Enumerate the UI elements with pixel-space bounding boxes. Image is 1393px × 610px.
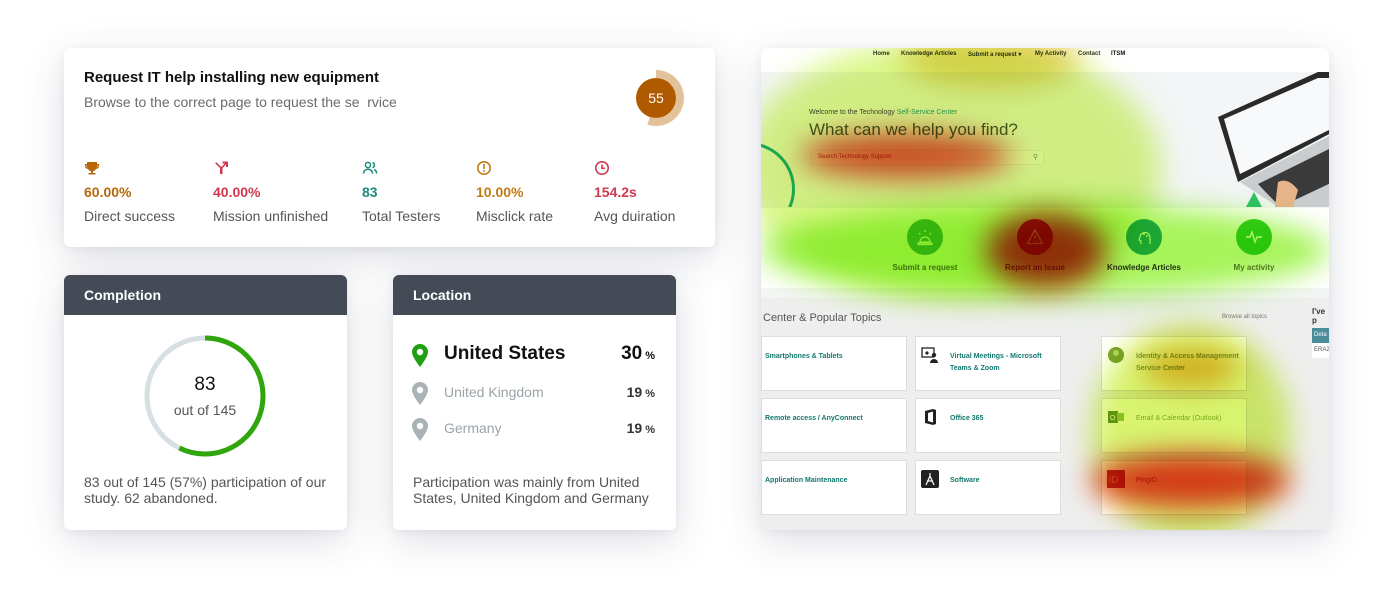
location-country: Germany [444, 420, 502, 436]
topic-tile[interactable]: Software [915, 460, 1061, 515]
topic-tile[interactable]: Application Maintenance [761, 460, 907, 515]
search-icon[interactable]: ⚲ [1033, 153, 1038, 161]
trophy-icon [85, 162, 99, 175]
topic-tile[interactable]: Remote access / AnyConnect [761, 398, 907, 453]
pingid-icon: iD [1107, 470, 1125, 488]
topic-tile[interactable]: Identity & Access Management Service Cen… [1101, 336, 1247, 391]
alert-circle-icon [477, 161, 491, 175]
outlook-icon: O [1108, 411, 1124, 423]
action-label: Knowledge Articles [1107, 263, 1181, 272]
metric-label: Direct success [84, 208, 176, 224]
virtual-meeting-icon [921, 347, 938, 363]
topic-tile[interactable]: Smartphones & Tablets [761, 336, 907, 391]
action-submit-request[interactable]: Submit a request [885, 219, 965, 274]
topic-tile[interactable]: Virtual Meetings - Microsoft Teams & Zoo… [915, 336, 1061, 391]
popular-topics: Center & Popular Topics Browse all topic… [761, 298, 1329, 530]
nav-knowledge-articles[interactable]: Knowledge Articles [901, 51, 956, 57]
nav-submit-request[interactable]: Submit a request ▾ [968, 51, 1021, 58]
browse-all-topics-link[interactable]: Browse all topics [1222, 314, 1267, 320]
heatmap-screenshot: Home Knowledge Articles Submit a request… [761, 48, 1329, 530]
progress-ring-icon [144, 335, 266, 457]
completion-note: 83 out of 145 (57%) participation of our… [84, 474, 327, 506]
action-knowledge-articles[interactable]: Knowledge Articles [1104, 219, 1184, 274]
quick-actions: Submit a request Report an Issue Knowled… [761, 208, 1329, 288]
users-icon [362, 161, 378, 174]
map-pin-icon [412, 418, 428, 441]
decorative-arc [761, 142, 795, 207]
score-value: 55 [648, 90, 664, 106]
topic-tile[interactable]: Office 365 [915, 398, 1061, 453]
location-row: United Kingdom 19% [411, 380, 659, 406]
completion-total: out of 145 [173, 402, 237, 418]
action-report-issue[interactable]: Report an Issue [995, 219, 1075, 274]
panel-header: Completion [64, 275, 347, 315]
pulse-icon [1236, 219, 1272, 255]
search-input[interactable]: Search Technology Support ⚲ [811, 150, 1044, 165]
site-nav: Home Knowledge Articles Submit a request… [761, 48, 1329, 72]
svg-text:iD: iD [1109, 475, 1118, 486]
nav-itsm[interactable]: ITSM [1111, 51, 1125, 57]
metric-label: Mission unfinished [213, 208, 329, 224]
map-pin-icon [412, 344, 428, 367]
nav-home[interactable]: Home [873, 51, 890, 57]
location-note: Participation was mainly from United Sta… [413, 474, 649, 506]
location-percent: 30% [621, 343, 655, 364]
action-label: Submit a request [892, 263, 958, 272]
metric-label: Avg duiration [594, 208, 676, 224]
location-panel: Location United States 30% United Kingdo… [393, 275, 676, 530]
aside-cell: ERA2 [1312, 343, 1329, 358]
location-country: United States [444, 343, 566, 364]
topic-tile[interactable]: O Email & Calendar (Outlook) [1101, 398, 1247, 453]
action-my-activity[interactable]: My activity [1214, 219, 1294, 274]
task-title: Request IT help installing new equipment [84, 69, 380, 86]
clock-icon [595, 161, 609, 175]
metric-total-testers: 83 Total Testers [362, 160, 440, 224]
office365-icon [925, 409, 936, 425]
panel-header: Location [393, 275, 676, 315]
nav-my-activity[interactable]: My Activity [1035, 51, 1066, 57]
diverge-arrow-icon [215, 161, 228, 174]
nav-contact[interactable]: Contact [1078, 51, 1100, 57]
brain-circuit-icon [1126, 219, 1162, 255]
map-pin-icon [412, 382, 428, 405]
identity-icon [1108, 347, 1124, 363]
completion-ring: 83 out of 145 [143, 334, 267, 458]
task-subtitle: Browse to the correct page to request th… [84, 94, 397, 110]
topics-title: Center & Popular Topics [763, 312, 882, 324]
metric-mission-unfinished: 40.00% Mission unfinished [213, 160, 328, 224]
hero-section: Welcome to the Technology Self-Service C… [761, 72, 1329, 207]
metric-direct-success: 60.00% Direct success [84, 160, 175, 224]
metric-value: 83 [362, 184, 378, 200]
metric-value: 40.00% [213, 184, 261, 200]
task-summary-card: Request IT help installing new equipment… [64, 48, 715, 247]
metric-label: Total Testers [362, 208, 441, 224]
action-label: Report an Issue [1004, 263, 1065, 272]
aside-tab[interactable]: Deta [1312, 328, 1329, 343]
siren-icon [907, 219, 943, 255]
welcome-text: Welcome to the Technology Self-Service C… [809, 109, 958, 116]
location-percent: 19% [626, 420, 655, 436]
metric-avg-duration: 154.2s Avg duiration [594, 160, 675, 224]
metric-value: 154.2s [594, 184, 637, 200]
location-row: Germany 19% [411, 416, 659, 442]
location-country: United Kingdom [444, 384, 544, 400]
hero-headline: What can we help you find? [809, 120, 1018, 139]
laptop-photo-icon [1218, 72, 1329, 207]
metric-misclick-rate: 10.00% Misclick rate [476, 160, 553, 224]
aside-title: I've p [1312, 307, 1326, 325]
search-placeholder: Search Technology Support [818, 154, 892, 160]
metric-label: Misclick rate [476, 208, 554, 224]
action-label: My activity [1233, 263, 1275, 272]
metric-value: 10.00% [476, 184, 524, 200]
completion-count: 83 [194, 374, 216, 395]
location-percent: 19% [626, 384, 655, 400]
topic-tile[interactable]: iD PingID [1101, 460, 1247, 515]
metric-value: 60.00% [84, 184, 132, 200]
svg-text:O: O [1110, 415, 1116, 422]
score-badge: 55 [634, 69, 690, 129]
location-row: United States 30% [411, 342, 659, 368]
software-icon [921, 470, 939, 488]
completion-panel: Completion 83 out of 145 83 out of 145 (… [64, 275, 347, 530]
warning-icon [1017, 219, 1053, 255]
